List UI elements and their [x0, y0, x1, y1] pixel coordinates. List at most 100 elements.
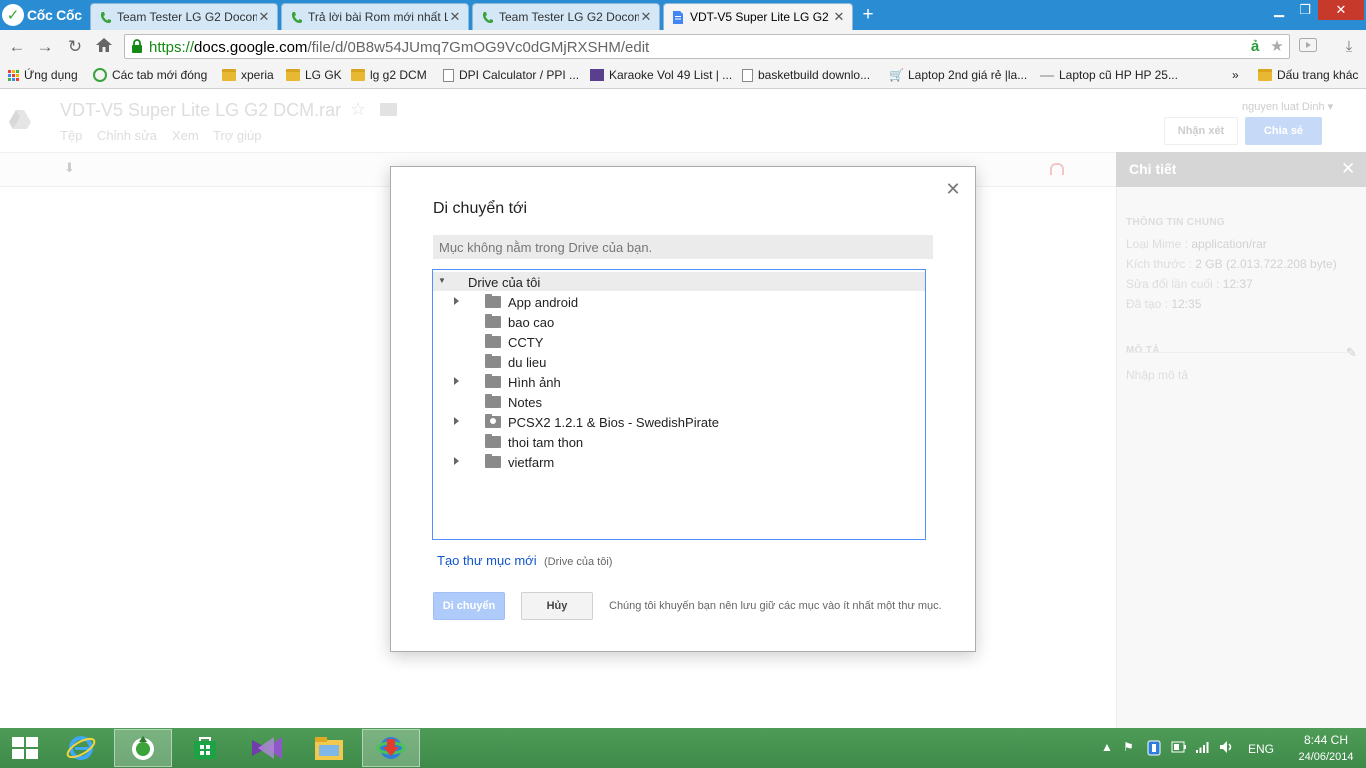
folder-item-vietfarm[interactable]: vietfarm — [433, 452, 925, 472]
folder-item-ccty[interactable]: CCTY — [433, 332, 925, 352]
star-icon[interactable]: ☆ — [350, 99, 366, 120]
windows-start-icon[interactable] — [12, 737, 38, 759]
volume-icon[interactable] — [1219, 740, 1235, 757]
download-icon[interactable]: ⤓ — [1339, 38, 1359, 56]
clock-date[interactable]: 24/06/2014 — [1296, 751, 1356, 763]
tree-root-label[interactable]: Drive của tôi — [468, 275, 540, 290]
menu-file[interactable]: Tệp — [60, 128, 82, 143]
phone-icon — [290, 10, 302, 24]
bookmark-dpi-calculator[interactable]: DPI Calculator / PPI ... — [443, 66, 579, 84]
bookmark-recent-tabs[interactable]: Các tab mới đóng — [93, 66, 207, 84]
folder-item-hinh-anh[interactable]: Hình ảnh — [433, 372, 925, 392]
menu-help[interactable]: Trợ giúp — [213, 128, 262, 143]
browser-tab-title: VDT-V5 Super Lite LG G2 DCM.rar — [690, 10, 832, 24]
action-center-flag-icon[interactable]: ⚑ — [1123, 740, 1134, 754]
bookmark-karaoke[interactable]: Karaoke Vol 49 List | ... — [590, 66, 732, 84]
cancel-button[interactable]: Hủy — [521, 592, 593, 620]
browser-tab-1[interactable]: Team Tester LG G2 Docomo - Di ✕ — [90, 3, 278, 30]
bookmark-laptop-hp[interactable]: Laptop cũ HP HP 25... — [1040, 66, 1178, 84]
window-minimize-button[interactable]: ▁ — [1266, 0, 1292, 20]
back-button[interactable]: ← — [6, 36, 28, 58]
account-name[interactable]: nguyen luat Dinh ▾ — [1242, 100, 1333, 113]
drive-logo-icon[interactable] — [9, 110, 31, 130]
menu-edit[interactable]: Chỉnh sửa — [97, 128, 157, 143]
clock-time[interactable]: 8:44 CH — [1296, 733, 1356, 747]
coccoc-dictionary-icon[interactable]: ả — [1245, 38, 1265, 56]
window-maximize-button[interactable]: ❐ — [1292, 0, 1318, 20]
expand-arrow-icon[interactable] — [454, 457, 459, 465]
description-input[interactable]: Nhập mô tả — [1126, 368, 1188, 382]
open-with-icon[interactable] — [1050, 163, 1064, 175]
folder-item-notes[interactable]: Notes — [433, 392, 925, 412]
folder-item-app-android[interactable]: App android — [433, 292, 925, 312]
taskbar-coccoc[interactable] — [114, 729, 172, 767]
forward-button[interactable]: → — [34, 36, 56, 58]
bookmark-lg-gk[interactable]: LG GK — [286, 66, 342, 84]
browser-tab-3[interactable]: Team Tester LG G2 Docomo - Di ✕ — [472, 3, 660, 30]
wifi-signal-icon[interactable] — [1195, 740, 1211, 757]
bookmark-xperia[interactable]: xperia — [222, 66, 274, 84]
dash-icon — [1040, 75, 1054, 77]
bookmark-star-icon[interactable]: ★ — [1267, 38, 1287, 56]
close-icon[interactable]: ✕ — [832, 9, 846, 25]
divider — [1126, 352, 1348, 353]
close-icon[interactable]: ✕ — [448, 9, 462, 25]
browser-tab-4-active[interactable]: VDT-V5 Super Lite LG G2 DCM.rar ✕ — [663, 3, 853, 30]
bookmark-other[interactable]: Dấu trang khác — [1258, 66, 1358, 84]
recent-tabs-icon — [93, 68, 107, 82]
bookmark-label: Karaoke Vol 49 List | ... — [609, 68, 733, 82]
pencil-icon[interactable]: ✎ — [1346, 345, 1357, 361]
bookmark-lg-g2-dcm[interactable]: lg g2 DCM — [351, 66, 427, 84]
close-icon[interactable]: ✕ — [639, 9, 653, 25]
input-language[interactable]: ENG — [1248, 742, 1274, 756]
taskbar-store[interactable] — [176, 729, 234, 767]
browser-tab-2[interactable]: Trả lời bài Rom mới nhất LG G2 ✕ — [281, 3, 469, 30]
expand-arrow-icon[interactable] — [454, 377, 459, 385]
coccoc-icon — [132, 736, 154, 760]
taskbar-visual-studio[interactable] — [238, 729, 296, 767]
coccoc-logo[interactable]: ✓ Cốc Cốc — [2, 2, 88, 27]
folder-icon — [485, 334, 501, 348]
home-button[interactable] — [93, 36, 115, 58]
tray-app-icon[interactable] — [1147, 740, 1161, 759]
reload-button[interactable]: ↻ — [64, 36, 86, 58]
folder-icon — [485, 454, 501, 468]
details-close-icon[interactable]: ✕ — [1341, 159, 1355, 179]
folder-item-thoi-tam-thon[interactable]: thoi tam thon — [433, 432, 925, 452]
address-bar[interactable]: https://docs.google.com/file/d/0B8w54JUm… — [124, 34, 1290, 59]
video-player-icon[interactable] — [1298, 38, 1318, 56]
folder-item-bao-cao[interactable]: bao cao — [433, 312, 925, 332]
doc-title[interactable]: VDT-V5 Super Lite LG G2 DCM.rar — [60, 100, 341, 121]
menu-view[interactable]: Xem — [172, 128, 199, 143]
dialog-notice: Mục không nằm trong Drive của bạn. — [433, 235, 933, 259]
folder-icon[interactable] — [380, 103, 397, 116]
folder-item-pcsx2[interactable]: PCSX2 1.2.1 & Bios - SwedishPirate — [433, 412, 925, 432]
close-icon[interactable]: ✕ — [257, 9, 271, 25]
expand-arrow-icon[interactable] — [454, 417, 459, 425]
bookmark-laptop-2nd[interactable]: 🛒 Laptop 2nd giá rẻ |la... — [889, 66, 1027, 84]
details-label: Sửa đổi lần cuối : — [1126, 277, 1220, 291]
taskbar-file-explorer[interactable] — [300, 729, 358, 767]
taskbar-internet-download-manager[interactable] — [362, 729, 420, 767]
taskbar-internet-explorer[interactable] — [52, 729, 110, 767]
comments-button[interactable]: Nhận xét — [1164, 117, 1238, 145]
shared-folder-icon — [485, 414, 501, 428]
new-folder-link[interactable]: Tạo thư mục mới — [437, 553, 537, 568]
expanded-arrow-icon[interactable]: ▼ — [438, 276, 446, 285]
browser-tab-title: Trả lời bài Rom mới nhất LG G2 — [308, 10, 448, 24]
download-icon[interactable]: ⬇ — [64, 160, 75, 176]
bookmarks-overflow-button[interactable]: » — [1232, 66, 1239, 84]
window-close-button[interactable]: ✕ — [1318, 0, 1364, 20]
folder-item-du-lieu[interactable]: du lieu — [433, 352, 925, 372]
bookmark-apps[interactable]: Ứng dụng — [8, 66, 78, 84]
tray-overflow-icon[interactable]: ▲ — [1101, 740, 1113, 754]
address-url[interactable]: https://docs.google.com/file/d/0B8w54JUm… — [149, 39, 649, 56]
bookmarks-overflow-label: » — [1232, 68, 1239, 82]
expand-arrow-icon[interactable] — [454, 297, 459, 305]
share-button[interactable]: Chia sẻ — [1245, 117, 1322, 145]
battery-icon[interactable] — [1171, 740, 1187, 757]
bookmark-basketbuild[interactable]: basketbuild downlo... — [742, 66, 870, 84]
move-button[interactable]: Di chuyển — [433, 592, 505, 620]
dialog-close-icon[interactable]: ✕ — [945, 180, 961, 198]
new-tab-button[interactable]: + — [858, 5, 878, 24]
